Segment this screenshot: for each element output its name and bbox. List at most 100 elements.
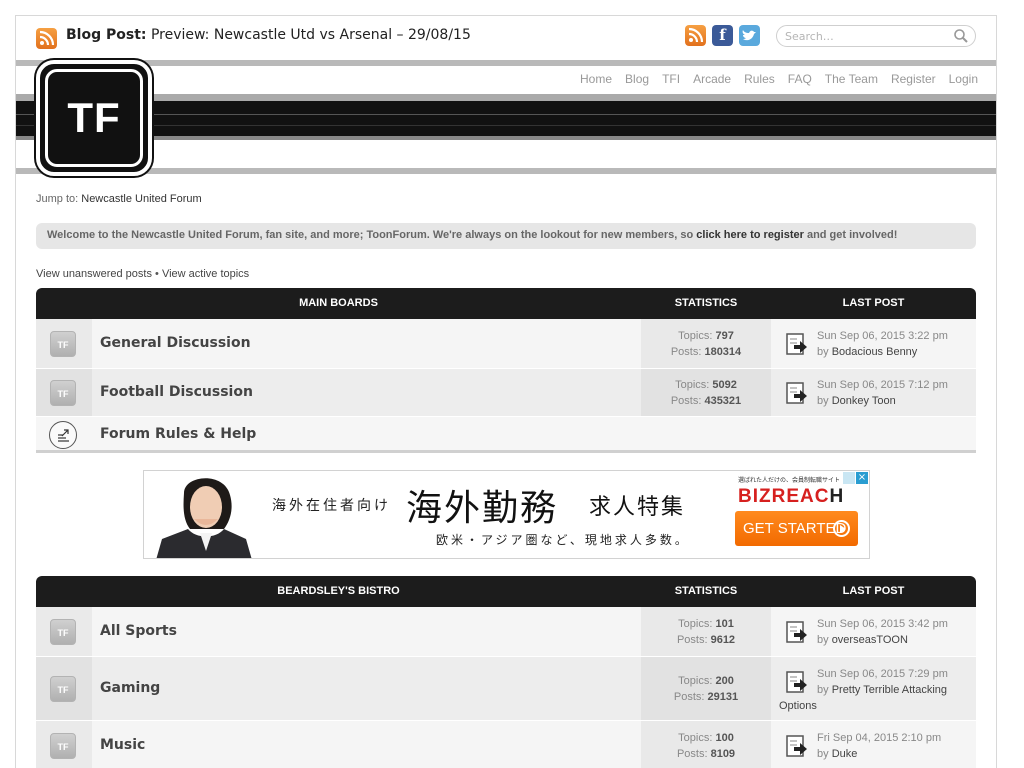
forum-stats: Topics: 5092 Posts: 435321 [641, 369, 771, 416]
advertisement-banner[interactable]: 海外在住者向け 海外勤務 求人特集 欧米・アジア圏など、現地求人多数。 選ばれた… [143, 470, 870, 559]
forum-link-all-sports[interactable]: All Sports [100, 623, 177, 639]
forum-icon-cell [36, 417, 92, 450]
last-post-by-label: by [817, 395, 829, 407]
topics-count: 101 [715, 618, 734, 630]
posts-count: 9612 [710, 634, 736, 646]
posts-label: Posts: [676, 634, 708, 646]
last-post-by: by overseasTOON [817, 632, 948, 648]
welcome-text-end: and get involved! [803, 229, 898, 241]
blog-rss-icon[interactable] [36, 28, 57, 49]
jump-label: Jump to: [36, 193, 79, 205]
forum-link-rules-help[interactable]: Forum Rules & Help [100, 426, 256, 442]
search-box[interactable] [776, 25, 976, 47]
last-post-user-continued[interactable]: Options [779, 700, 817, 712]
forum-icon-text: TF [57, 685, 69, 695]
forum-row: TF General Discussion Topics: 797 Posts:… [36, 319, 976, 369]
last-post-by: by Pretty Terrible Attacking [817, 682, 948, 698]
forum-link-general-discussion[interactable]: General Discussion [100, 335, 251, 351]
header-main-boards: MAIN BOARDS [299, 297, 378, 309]
last-post-cell: Sun Sep 06, 2015 3:22 pm by Bodacious Be… [771, 319, 976, 368]
nav-rules[interactable]: Rules [744, 72, 775, 86]
banner-stripe [16, 136, 996, 140]
ad-line-4: 欧米・アジア圏など、現地求人多数。 [436, 533, 690, 547]
page-frame: Blog Post: Preview: Newcastle Utd vs Ars… [15, 15, 997, 768]
nav-the-team[interactable]: The Team [825, 72, 878, 86]
table-header: BEARDSLEY'S BISTRO STATISTICS LAST POST [36, 576, 976, 607]
facebook-icon[interactable]: f [712, 25, 733, 46]
topics-label: Topics: [678, 330, 713, 342]
register-link[interactable]: click here to register [696, 229, 804, 241]
forum-icon-cell: TF [36, 721, 92, 768]
forum-read-icon: TF [50, 733, 76, 759]
topics-label: Topics: [678, 618, 713, 630]
last-post-by: by Donkey Toon [817, 393, 948, 409]
header-bistro: BEARDSLEY'S BISTRO [277, 585, 400, 597]
nav-faq[interactable]: FAQ [788, 72, 812, 86]
ad-cta-label: GET STARTED [743, 520, 847, 537]
last-post-date: Sun Sep 06, 2015 3:22 pm [817, 330, 948, 342]
forum-title-cell: General Discussion [92, 319, 641, 368]
view-latest-post-icon[interactable] [785, 381, 809, 405]
twitter-icon[interactable] [739, 25, 760, 46]
last-post-by-label: by [817, 346, 829, 358]
last-post-date: Sun Sep 06, 2015 3:42 pm [817, 618, 948, 630]
adchoices-icon[interactable] [843, 472, 855, 484]
play-icon [833, 520, 850, 537]
forum-row: TF Gaming Topics: 200 Posts: 29131 Sun S… [36, 657, 976, 721]
forum-link-football-discussion[interactable]: Football Discussion [100, 384, 253, 400]
rss-icon[interactable] [685, 25, 706, 46]
blog-post-name[interactable]: Preview: Newcastle Utd vs Arsenal – 29/0… [147, 27, 471, 43]
last-post-user[interactable]: Bodacious Benny [832, 346, 918, 358]
last-post-by-label: by [817, 684, 829, 696]
last-post-by: by Duke [817, 746, 941, 762]
search-input[interactable] [785, 29, 945, 44]
view-latest-post-icon[interactable] [785, 620, 809, 644]
forum-row: TF All Sports Topics: 101 Posts: 9612 Su… [36, 607, 976, 657]
view-latest-post-icon[interactable] [785, 332, 809, 356]
table-header: MAIN BOARDS STATISTICS LAST POST [36, 288, 976, 319]
last-post-cell: Sun Sep 06, 2015 7:12 pm by Donkey Toon [771, 369, 976, 416]
unanswered-posts-link[interactable]: View unanswered posts [36, 268, 152, 280]
banner-stripe [16, 168, 996, 174]
active-topics-link[interactable]: View active topics [162, 268, 249, 280]
view-latest-post-icon[interactable] [785, 670, 809, 694]
last-post-user[interactable]: overseasTOON [832, 634, 908, 646]
forum-icon-cell: TF [36, 319, 92, 368]
posts-count: 29131 [707, 691, 739, 703]
view-latest-post-icon[interactable] [785, 734, 809, 758]
nav-home[interactable]: Home [580, 72, 612, 86]
ad-get-started-button[interactable]: GET STARTED [735, 511, 858, 546]
ad-close-icon[interactable]: × [856, 472, 868, 484]
blog-post-title[interactable]: Blog Post: Preview: Newcastle Utd vs Ars… [66, 27, 471, 43]
forum-link-icon [49, 421, 77, 449]
nav-login[interactable]: Login [949, 72, 978, 86]
topics-count: 200 [715, 675, 734, 687]
forum-title-cell: All Sports [92, 607, 641, 656]
topics-count: 100 [715, 732, 734, 744]
forum-row: TF Music Topics: 100 Posts: 8109 Fri Sep… [36, 721, 976, 768]
header-statistics: STATISTICS [674, 585, 738, 597]
main-nav: Home Blog TFI Arcade Rules FAQ The Team … [580, 72, 978, 86]
forum-link-gaming[interactable]: Gaming [100, 680, 160, 696]
last-post-user[interactable]: Duke [832, 748, 858, 760]
posts-stat: Posts: 435321 [641, 393, 771, 409]
last-post-user[interactable]: Donkey Toon [832, 395, 896, 407]
forum-link-music[interactable]: Music [100, 737, 145, 753]
nav-blog[interactable]: Blog [625, 72, 649, 86]
last-post-date: Sun Sep 06, 2015 7:29 pm [817, 668, 948, 680]
posts-stat: Posts: 180314 [641, 344, 771, 360]
forum-icon-text: TF [57, 389, 69, 399]
forum-read-icon: TF [50, 619, 76, 645]
jump-link[interactable]: Newcastle United Forum [81, 193, 201, 205]
nav-tfi[interactable]: TFI [662, 72, 680, 86]
facebook-glyph: f [719, 26, 726, 44]
forum-icon-cell: TF [36, 369, 92, 416]
nav-register[interactable]: Register [891, 72, 936, 86]
posts-count: 435321 [704, 395, 742, 407]
site-logo[interactable]: TF [36, 60, 152, 176]
last-post-user[interactable]: Pretty Terrible Attacking [832, 684, 947, 696]
forum-read-icon: TF [50, 380, 76, 406]
search-icon[interactable] [953, 28, 969, 44]
nav-arcade[interactable]: Arcade [693, 72, 731, 86]
posts-stat: Posts: 29131 [641, 689, 771, 705]
